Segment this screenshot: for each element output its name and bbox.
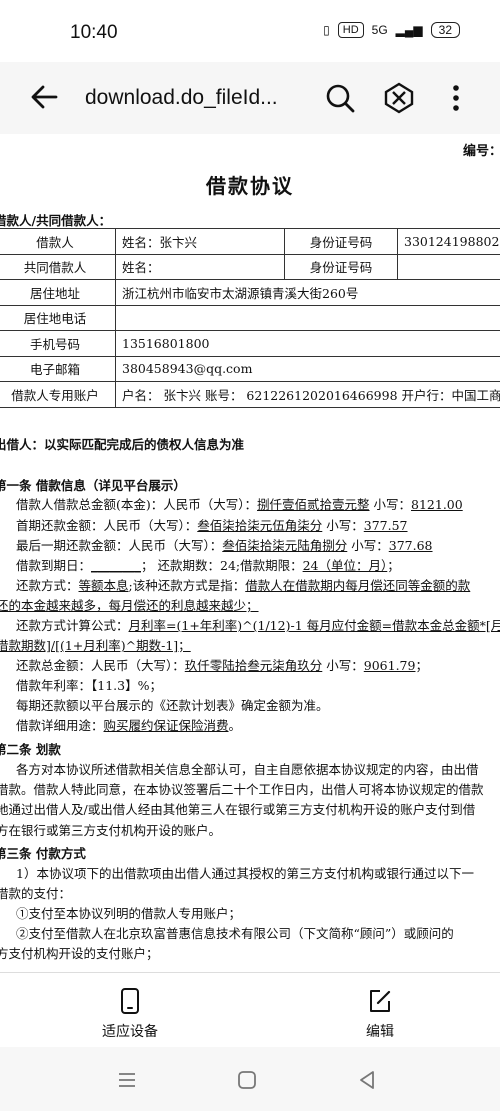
more-options-icon[interactable]	[446, 82, 466, 114]
table-label: 电子邮箱	[0, 355, 116, 382]
vibrate-icon: ▯	[323, 23, 330, 37]
total-amount-line: 借款人借款总金额(本金)：人民币（大写）：捌仟壹佰贰拾壹元整 小写：8121.0…	[16, 497, 463, 512]
status-bar: 10:40 ▯ HD 5G ▂▄▆ 32	[0, 0, 500, 62]
table-cell: 13516801800	[115, 330, 500, 357]
repayment-method-line: 还款方式：等额本息;该种还款方式是指：借款人在借款期内每月偿还同等金额的款	[16, 578, 471, 593]
status-time: 10:40	[70, 22, 118, 43]
table-row: 居住地址 浙江杭州市临安市太湖源镇青溪大街260号	[0, 279, 500, 306]
formula-cont: 借款期数]/[(1+月利率)^期数-1]；	[0, 638, 191, 653]
table-cell: 姓名：张卞兴	[115, 228, 285, 255]
repayment-schedule-line: 每期还款额以平台展示的《还款计划表》确定金额为准。	[16, 698, 329, 713]
lender-line: 出借人：以实际匹配完成后的债权人信息为准	[0, 437, 245, 452]
annual-rate-line: 借款年利率：【11.3】%；	[16, 678, 162, 693]
table-row: 借款人专用账户 户名： 张卞兴 账号： 6212261202016466998 …	[0, 381, 500, 408]
table-label: 借款人专用账户	[0, 381, 116, 408]
last-payment-line: 最后一期还款金额：人民币（大写）：叁佰柒拾柒元陆角捌分 小写：377.68	[16, 538, 433, 553]
table-cell: 户名： 张卞兴 账号： 6212261202016466998 开户行：中国工商…	[115, 381, 500, 408]
borrower-section-heading: 借款人/共同借款人：	[0, 213, 112, 228]
status-icons: ▯ HD 5G ▂▄▆ 32	[323, 22, 460, 38]
article2-line: 方在银行或第三方支付机构开设的账户。	[0, 823, 222, 838]
article3-heading: 第三条 付款方式	[0, 846, 86, 861]
article3-line: ①支付至本协议列明的借款人专用账户；	[16, 906, 242, 921]
table-row: 手机号码 13516801800	[0, 330, 500, 357]
bottom-action-bar: 适应设备 编辑	[0, 972, 500, 1048]
article2-line: 地通过出借人及/或出借人经由其他第三人在银行或第三方支付机构开设的账户支付到借	[0, 802, 476, 817]
wifi-signal-icon: ▂▄▆	[395, 23, 423, 37]
table-row: 借款人 姓名：张卞兴 身份证号码 330124198802081	[0, 228, 500, 255]
table-cell	[115, 304, 500, 331]
battery-icon: 32	[430, 22, 460, 38]
due-date-line: 借款到期日：________； 还款期数：24;借款期限：24（单位：月）；	[16, 558, 400, 573]
table-cell: 身份证号码	[284, 253, 398, 280]
article3-line: ②支付至借款人在北京玖富普惠信息技术有限公司（下文简称“顾问”）或顾问的	[16, 926, 454, 941]
table-row: 共同借款人 姓名： 身份证号码	[0, 253, 500, 280]
formula-line: 还款方式计算公式：月利率=(1+年利率)^(1/12)-1 每月应付金额=借款本…	[16, 618, 500, 633]
document-title: download.do_fileId...	[85, 86, 278, 109]
repayment-method-cont: 还的本金越来越多，每月偿还的利息越来越少；	[0, 598, 259, 613]
agreement-title: 借款协议	[206, 174, 294, 198]
total-repayment-line: 还款总金额：人民币（大写）：玖仟零陆拾叁元柒角玖分 小写：9061.79；	[16, 658, 428, 673]
article2-heading: 第二条 划款	[0, 742, 61, 757]
table-cell: 浙江杭州市临安市太湖源镇青溪大街260号	[115, 279, 500, 306]
system-nav-bar	[0, 1047, 500, 1111]
table-label: 手机号码	[0, 330, 116, 357]
phone-icon	[121, 988, 139, 1014]
article1-heading: 第一条 借款信息（详见平台展示）	[0, 478, 186, 493]
table-cell: 姓名：	[115, 253, 285, 280]
table-label: 共同借款人	[0, 253, 116, 280]
edit-label: 编辑	[366, 1024, 394, 1040]
document-number-label: 编号：	[462, 144, 500, 159]
first-payment-line: 首期还款金额：人民币（大写）：叁佰柒拾柒元伍角柒分 小写：377.57	[16, 518, 408, 533]
back-arrow-icon[interactable]	[28, 80, 62, 114]
search-icon[interactable]	[324, 82, 356, 114]
borrower-info-table: 借款人 姓名：张卞兴 身份证号码 330124198802081 共同借款人 姓…	[0, 228, 500, 408]
top-toolbar: download.do_fileId...	[0, 62, 500, 134]
article2-line: 各方对本协议所述借款相关信息全部认可，自主自愿依据本协议规定的内容，由出借	[16, 762, 479, 777]
back-nav-icon[interactable]	[356, 1069, 378, 1091]
table-cell	[397, 253, 500, 280]
loan-purpose-line: 借款详细用途：购买履约保证保险消费。	[16, 718, 242, 733]
plugin-icon[interactable]	[383, 82, 415, 114]
article3-line: 借款的支付：	[0, 886, 72, 901]
hd-icon: HD	[337, 22, 364, 38]
table-cell: 330124198802081	[397, 228, 500, 255]
signal-icon: 5G	[371, 23, 388, 37]
table-row: 电子邮箱 380458943@qq.com	[0, 355, 500, 382]
article3-line: 方支付机构开设的支付账户；	[0, 946, 159, 961]
table-cell: 身份证号码	[284, 228, 398, 255]
table-label: 居住地电话	[0, 304, 116, 331]
edit-button[interactable]: 编辑	[320, 987, 440, 1041]
article2-line: 借款。借款人特此同意，在本协议签署后二十个工作日内，出借人可将本协议规定的借款	[0, 782, 484, 797]
fit-device-button[interactable]: 适应设备	[70, 987, 190, 1041]
home-icon[interactable]	[236, 1069, 258, 1091]
edit-icon	[370, 990, 391, 1012]
document-view[interactable]: 编号： 借款协议 借款人/共同借款人： 借款人 姓名：张卞兴 身份证号码 330…	[0, 134, 500, 972]
fit-device-label: 适应设备	[102, 1024, 158, 1040]
table-label: 借款人	[0, 228, 116, 255]
menu-icon[interactable]	[116, 1069, 138, 1091]
table-row: 居住地电话	[0, 304, 500, 331]
table-cell: 380458943@qq.com	[115, 355, 500, 382]
article3-line: 1）本协议项下的出借款项由出借人通过其授权的第三方支付机构或银行通过以下一	[16, 866, 474, 881]
table-label: 居住地址	[0, 279, 116, 306]
